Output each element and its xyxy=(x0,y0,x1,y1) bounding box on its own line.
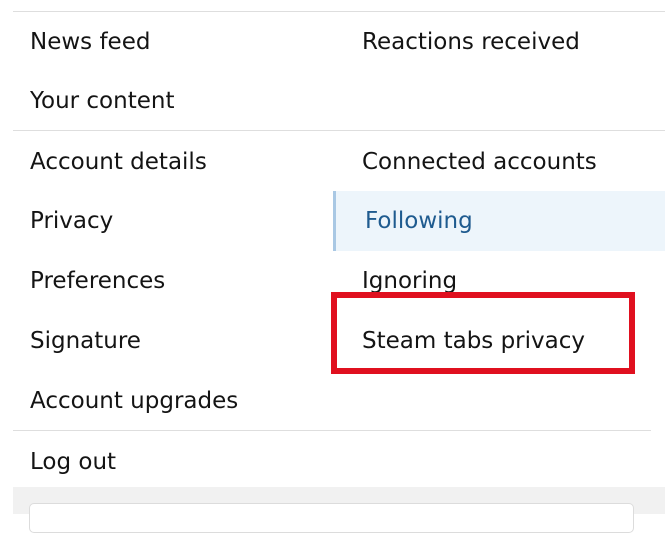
menu-item-account-upgrades[interactable]: Account upgrades xyxy=(30,371,238,431)
account-menu: News feed Your content Reactions receive… xyxy=(13,0,665,484)
bottom-input[interactable] xyxy=(29,503,634,533)
menu-item-signature[interactable]: Signature xyxy=(30,311,141,371)
menu-divider xyxy=(13,130,665,131)
menu-item-connected-accounts[interactable]: Connected accounts xyxy=(362,132,597,192)
bottom-panel xyxy=(13,487,665,533)
menu-divider xyxy=(13,430,651,431)
menu-item-preferences[interactable]: Preferences xyxy=(30,251,165,311)
menu-item-news-feed[interactable]: News feed xyxy=(30,12,150,72)
menu-item-reactions-received[interactable]: Reactions received xyxy=(362,12,580,72)
menu-item-log-out[interactable]: Log out xyxy=(30,432,116,492)
menu-item-ignoring[interactable]: Ignoring xyxy=(362,251,457,311)
menu-item-privacy[interactable]: Privacy xyxy=(30,191,113,251)
menu-item-your-content[interactable]: Your content xyxy=(30,71,174,131)
menu-item-following[interactable]: Following xyxy=(333,191,665,251)
menu-item-steam-tabs-privacy[interactable]: Steam tabs privacy xyxy=(362,311,585,371)
menu-item-account-details[interactable]: Account details xyxy=(30,132,207,192)
